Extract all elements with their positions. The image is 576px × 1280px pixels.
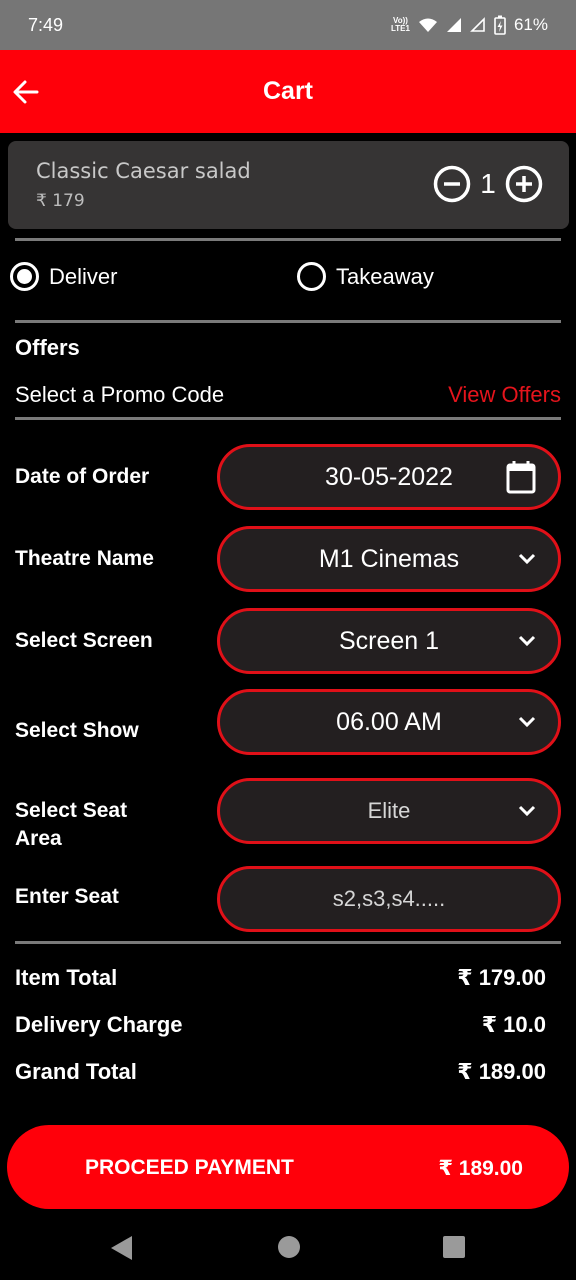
- divider: [15, 417, 561, 420]
- seat-placeholder: s2,s3,s4.....: [332, 886, 446, 911]
- chevron-down-icon: [518, 716, 536, 728]
- view-offers-link[interactable]: View Offers: [448, 382, 561, 408]
- battery-charging-icon: [494, 15, 506, 35]
- cart-item-card: Classic Caesar salad ₹ 179 1: [8, 141, 569, 229]
- screen-value: Screen 1: [338, 626, 440, 655]
- theatre-label: Theatre Name: [15, 547, 154, 570]
- system-nav-bar: [0, 1215, 576, 1280]
- grand-total-label: Grand Total: [15, 1059, 137, 1084]
- delivery-charge-label: Delivery Charge: [15, 1012, 183, 1037]
- divider: [15, 941, 561, 944]
- signal-full-icon: [446, 18, 461, 32]
- calendar-icon[interactable]: [506, 460, 536, 494]
- radio-deliver[interactable]: Deliver: [10, 262, 117, 291]
- seat-area-label: Select Seat Area: [15, 799, 128, 850]
- item-name: Classic Caesar salad: [36, 159, 251, 183]
- proceed-payment-amount: ₹ 189.00: [438, 1157, 523, 1180]
- show-value: 06.00 AM: [336, 707, 442, 736]
- nav-back-icon[interactable]: [110, 1235, 134, 1261]
- proceed-payment-button[interactable]: PROCEED PAYMENT ₹ 189.00: [7, 1125, 569, 1209]
- delivery-options: Deliver Takeaway: [0, 262, 576, 302]
- page-title: Cart: [262, 77, 313, 105]
- theatre-value: M1 Cinemas: [318, 544, 460, 573]
- seat-label: Enter Seat: [15, 885, 119, 908]
- chevron-down-icon: [518, 805, 536, 817]
- arrow-left-icon: [13, 80, 39, 104]
- promo-code-label: Select a Promo Code: [15, 382, 225, 407]
- show-label: Select Show: [15, 719, 139, 742]
- quantity-value: 1: [480, 168, 496, 199]
- theatre-dropdown[interactable]: M1 Cinemas: [217, 526, 561, 592]
- back-button[interactable]: [10, 76, 42, 108]
- status-bar: 7:49 Vo)) LTE1 61%: [0, 0, 576, 50]
- radio-label: Deliver: [49, 263, 118, 289]
- date-label: Date of Order: [15, 465, 150, 488]
- status-time: 7:49: [28, 14, 64, 35]
- minus-circle-icon[interactable]: [433, 165, 471, 203]
- radio-takeaway[interactable]: Takeaway: [297, 262, 434, 291]
- date-value: 30-05-2022: [325, 462, 453, 491]
- nav-home-icon[interactable]: [277, 1235, 301, 1259]
- divider: [15, 320, 561, 323]
- show-dropdown[interactable]: 06.00 AM: [217, 689, 561, 755]
- item-total-value: ₹ 179.00: [457, 965, 546, 990]
- seat-input[interactable]: s2,s3,s4.....: [217, 866, 561, 932]
- wifi-icon: [418, 18, 437, 32]
- screen-label: Select Screen: [15, 629, 153, 652]
- item-total-label: Item Total: [15, 965, 118, 990]
- seat-area-value: Elite: [367, 798, 411, 823]
- status-icons: Vo)) LTE1 61%: [391, 15, 548, 35]
- battery-percent: 61%: [513, 15, 548, 34]
- signal-empty-icon: [470, 17, 485, 32]
- radio-unselected-icon: [297, 262, 326, 291]
- quantity-stepper: 1: [433, 165, 543, 203]
- date-field[interactable]: 30-05-2022: [217, 444, 561, 510]
- chevron-down-icon: [518, 553, 536, 565]
- item-price: ₹ 179: [36, 191, 85, 211]
- seat-area-dropdown[interactable]: Elite: [217, 778, 561, 844]
- divider: [15, 238, 561, 241]
- offers-title: Offers: [15, 335, 80, 360]
- grand-total-value: ₹ 189.00: [457, 1059, 546, 1084]
- radio-selected-icon: [10, 262, 39, 291]
- proceed-payment-label: PROCEED PAYMENT: [85, 1156, 294, 1179]
- plus-circle-icon[interactable]: [505, 165, 543, 203]
- delivery-charge-value: ₹ 10.0: [481, 1012, 546, 1037]
- radio-label: Takeaway: [336, 263, 434, 289]
- volte-icon: Vo)) LTE1: [391, 16, 410, 33]
- chevron-down-icon: [518, 635, 536, 647]
- screen-dropdown[interactable]: Screen 1: [217, 608, 561, 674]
- app-bar: Cart: [0, 50, 576, 133]
- nav-recents-icon[interactable]: [442, 1235, 466, 1259]
